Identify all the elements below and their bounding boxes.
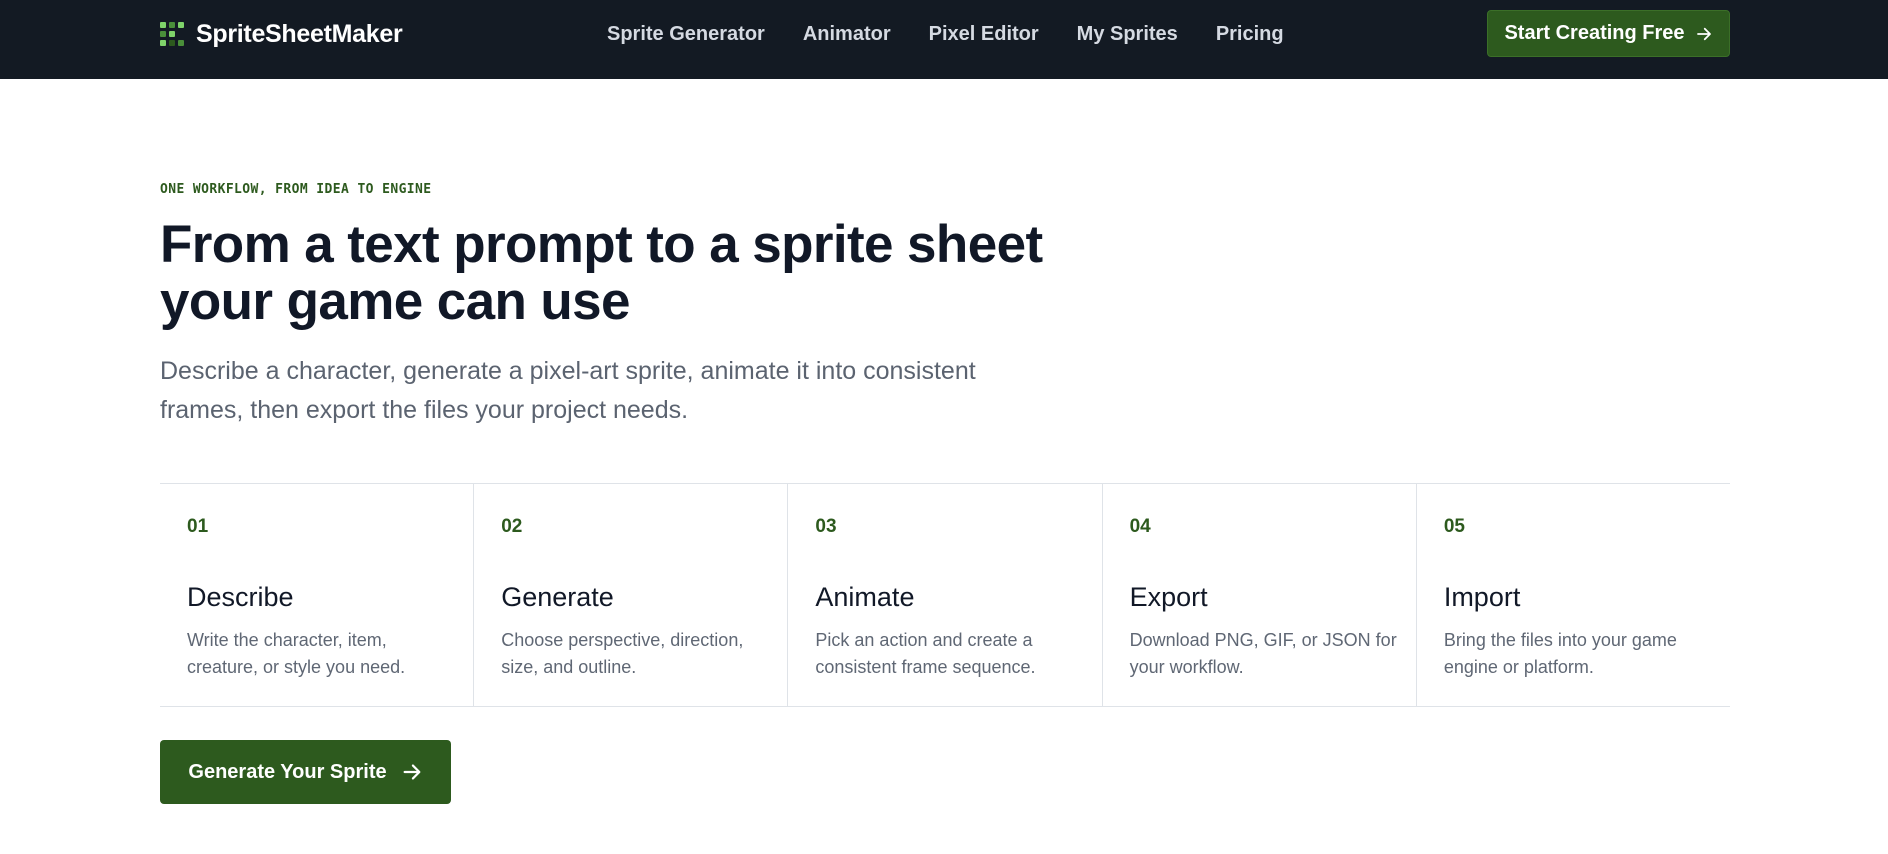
nav-item-animator[interactable]: Animator	[803, 23, 891, 46]
step-title: Animate	[815, 582, 915, 612]
step-generate: 02 Generate Choose perspective, directio…	[474, 484, 789, 706]
hero-title: From a text prompt to a sprite sheet you…	[160, 215, 1043, 331]
start-creating-free-button[interactable]: Start Creating Free	[1487, 10, 1730, 57]
step-description: Pick an action and create a consistent f…	[815, 630, 1036, 677]
hero-subtitle: Describe a character, generate a pixel-a…	[160, 357, 976, 424]
nav-item-sprite-generator[interactable]: Sprite Generator	[607, 23, 765, 46]
step-export: 04 Export Download PNG, GIF, or JSON for…	[1103, 484, 1417, 706]
arrow-right-icon	[403, 764, 421, 780]
top-navigation-bar: SpriteSheetMaker Sprite Generator Animat…	[0, 0, 1888, 79]
nav-item-my-sprites[interactable]: My Sprites	[1077, 23, 1178, 46]
step-description: Download PNG, GIF, or JSON for your work…	[1129, 630, 1397, 677]
step-number: 04	[1129, 516, 1151, 537]
step-title: Import	[1443, 582, 1521, 612]
step-number: 02	[501, 516, 523, 537]
start-creating-free-label: Start Creating Free	[1504, 22, 1685, 44]
step-number: 05	[1443, 516, 1465, 537]
step-description: Write the character, item, creature, or …	[187, 630, 406, 677]
generate-your-sprite-button[interactable]: Generate Your Sprite	[160, 740, 451, 804]
arrow-right-icon	[1696, 27, 1711, 40]
step-number: 03	[815, 516, 837, 537]
main-nav: Sprite Generator Animator Pixel Editor M…	[607, 20, 1284, 48]
step-import: 05 Import Bring the files into your game…	[1417, 484, 1730, 706]
brand-name: SpriteSheetMaker	[196, 19, 403, 48]
generate-your-sprite-label: Generate Your Sprite	[188, 760, 387, 783]
step-description: Choose perspective, direction, size, and…	[501, 630, 744, 677]
nav-item-pixel-editor[interactable]: Pixel Editor	[929, 23, 1039, 46]
step-title: Describe	[187, 582, 294, 612]
brand-home-link[interactable]: SpriteSheetMaker	[160, 19, 403, 48]
nav-item-pricing[interactable]: Pricing	[1216, 23, 1284, 46]
hero-eyebrow: ONE WORKFLOW, FROM IDEA TO ENGINE	[160, 182, 432, 197]
step-describe: 01 Describe Write the character, item, c…	[160, 484, 475, 706]
pixel-grid-icon	[160, 22, 184, 46]
workflow-steps: 01 Describe Write the character, item, c…	[160, 483, 1730, 707]
step-title: Export	[1129, 582, 1208, 612]
step-animate: 03 Animate Pick an action and create a c…	[788, 484, 1103, 706]
step-number: 01	[187, 516, 209, 537]
step-title: Generate	[501, 582, 614, 612]
step-description: Bring the files into your game engine or…	[1443, 630, 1677, 677]
